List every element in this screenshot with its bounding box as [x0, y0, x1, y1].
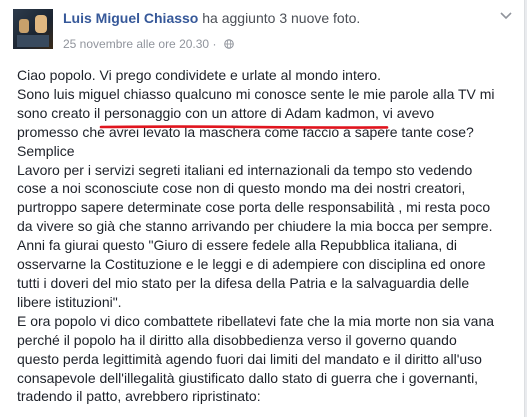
post-line: Ciao popolo. Vi prego condividete e urla…: [17, 67, 381, 83]
post-header: Luis Miguel Chiasso ha aggiunto 3 nuove …: [63, 10, 360, 26]
post-action-text: ha aggiunto 3 nuove foto.: [202, 10, 361, 26]
post-line: Anni fa giurai questo "Giuro di essere f…: [17, 237, 458, 254]
post-line: libere istituzioni".: [17, 293, 122, 310]
post-line: purtroppo sapere determinate cose porta …: [17, 199, 491, 216]
avatar[interactable]: [13, 9, 53, 49]
chevron-down-icon[interactable]: [500, 12, 512, 20]
author-name-link[interactable]: Luis Miguel Chiasso: [63, 10, 198, 26]
red-underline-annotation: [99, 125, 389, 129]
avatar-figure: [35, 15, 47, 33]
post-line: Semplice: [17, 142, 75, 159]
facebook-post: Luis Miguel Chiasso ha aggiunto 3 nuove …: [0, 0, 525, 417]
post-line: Sono luis miguel chiasso qualcuno mi con…: [17, 85, 495, 102]
meta-separator: ·: [212, 37, 217, 51]
post-line: sono creato il personaggio con un attore…: [17, 104, 435, 121]
post-meta: 25 novembre alle ore 20.30 ·: [63, 37, 234, 51]
post-line: cose a noi sconosciute cose non di quest…: [17, 180, 466, 197]
post-timestamp[interactable]: 25 novembre alle ore 20.30: [63, 37, 209, 51]
avatar-figure: [17, 35, 49, 47]
post-line: Lavoro per i servizi segreti italiani ed…: [17, 161, 473, 178]
post-line: da vivere so già che stanno arrivando pe…: [17, 218, 493, 235]
post-line: perché il popolo ha il diritto alla diso…: [17, 331, 457, 348]
post-line: tradendo il patto, avrebbero ripristinat…: [17, 388, 261, 405]
post-line: osservarne la Costituzione e le leggi e …: [17, 256, 486, 273]
post-line: tutti i doveri del mio stato per la dife…: [17, 274, 470, 291]
globe-icon[interactable]: [223, 39, 234, 49]
post-line: E ora popolo vi dico combattete ribellat…: [17, 312, 495, 329]
post-line: consapevole dell'illegalità giustificato…: [17, 369, 479, 386]
post-body: Ciao popolo. Vi prego condividete e urla…: [17, 66, 517, 406]
avatar-figure: [19, 19, 29, 33]
post-line: questo perda legittimità agendo fuori da…: [17, 350, 482, 367]
